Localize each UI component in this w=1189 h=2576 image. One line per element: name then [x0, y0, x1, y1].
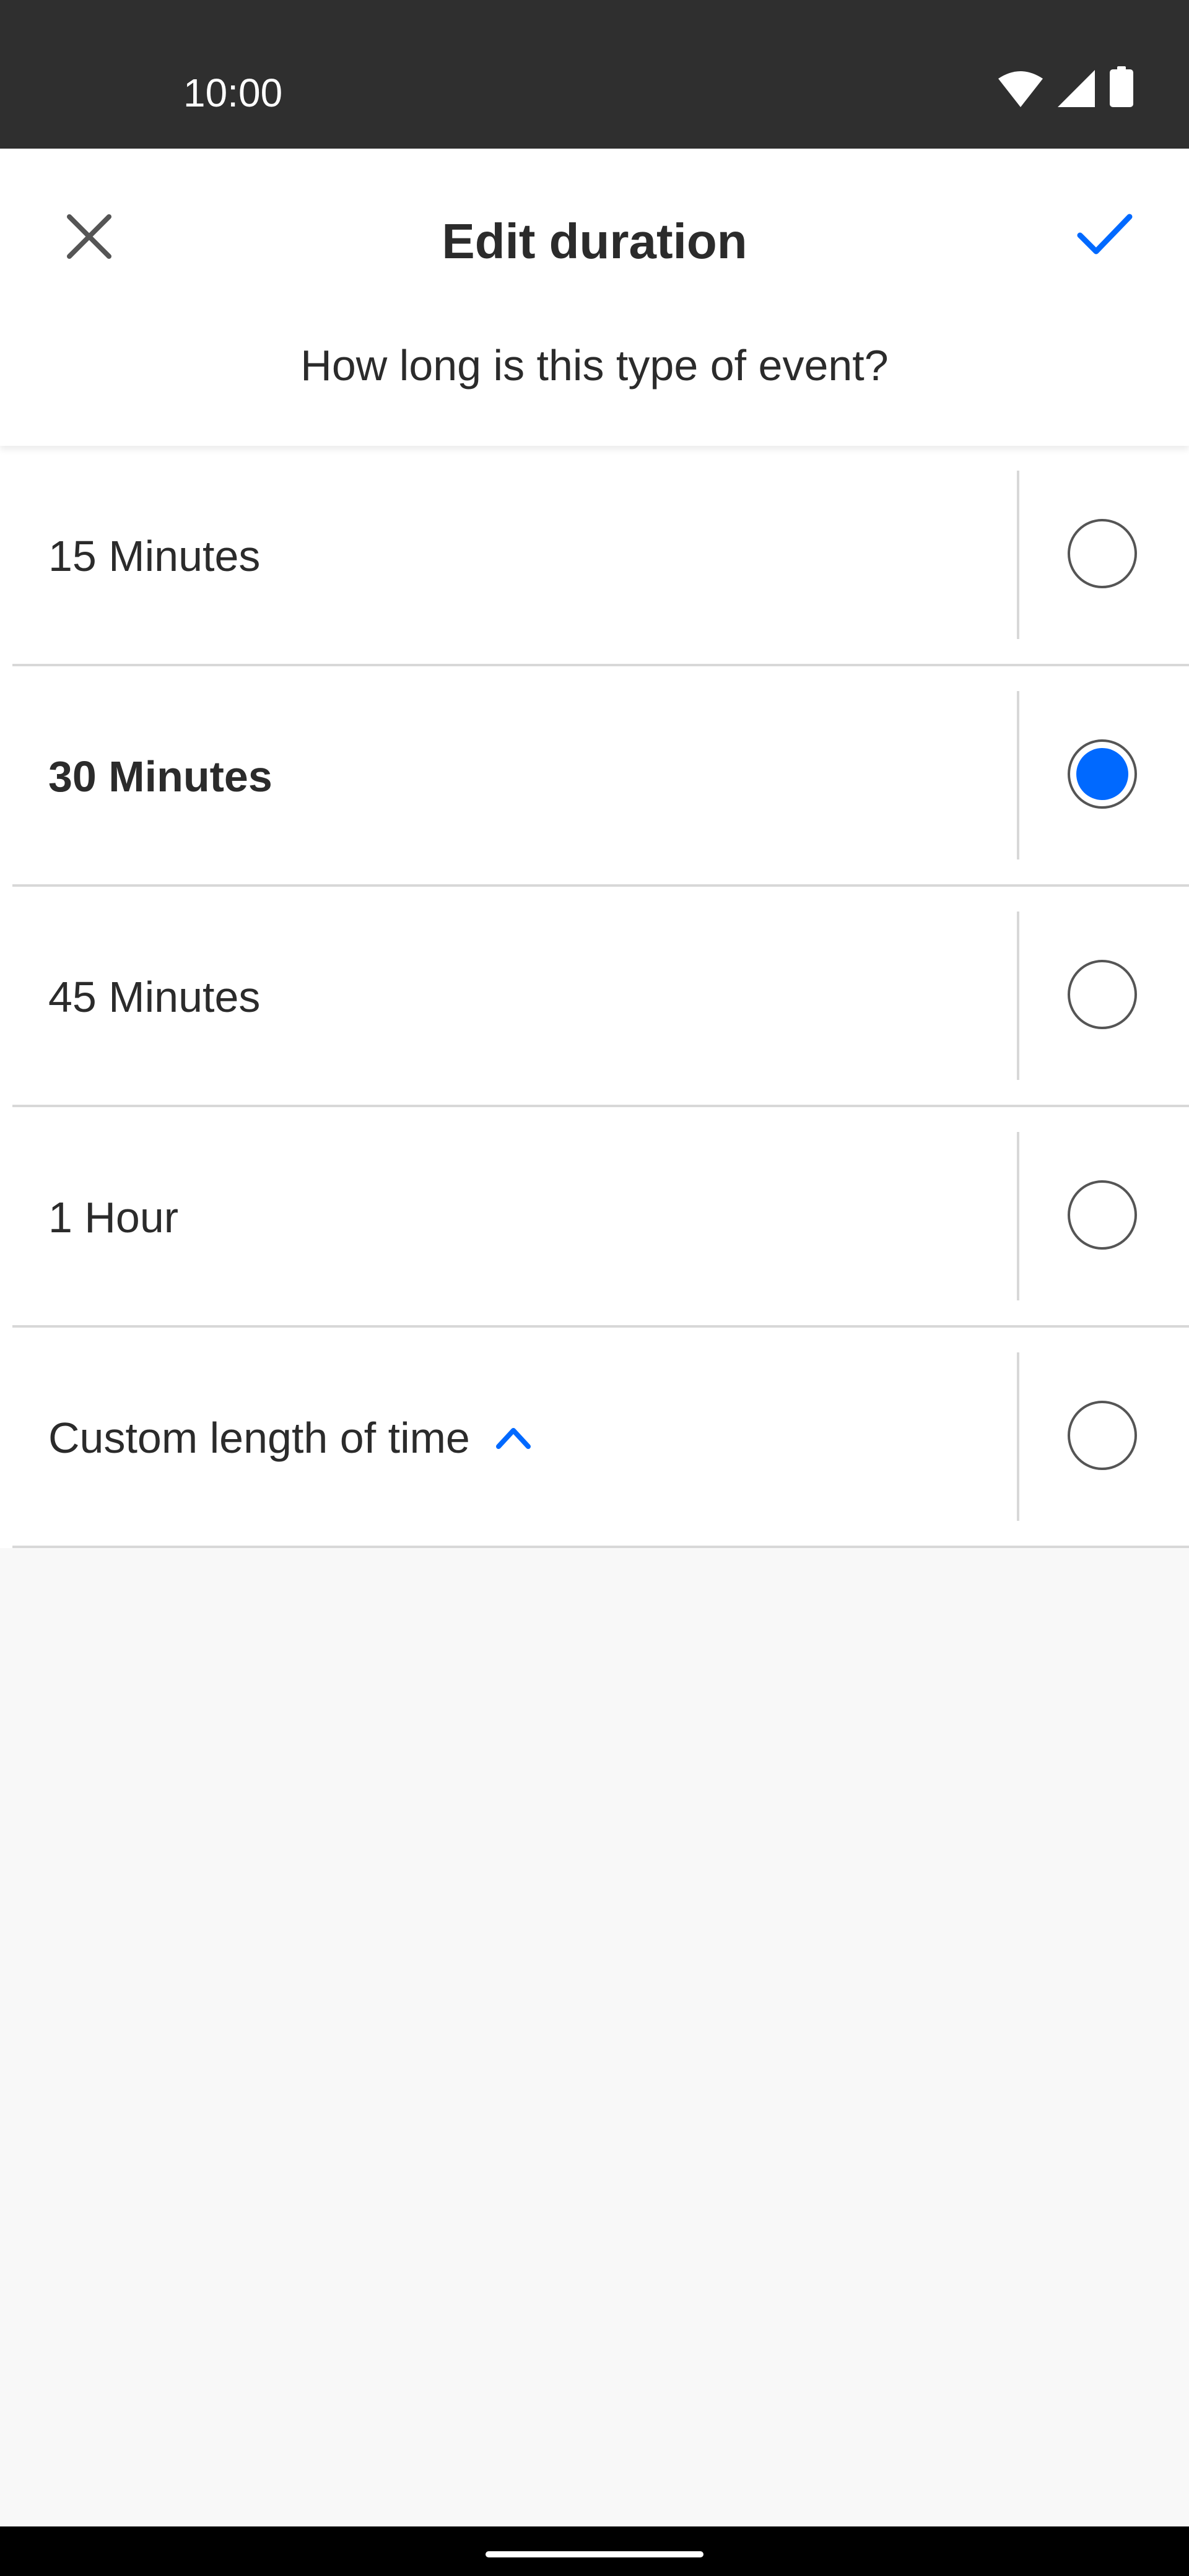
- radio-button[interactable]: [1068, 1401, 1137, 1470]
- option-label: 45 Minutes: [48, 973, 261, 1021]
- radio-button-selected[interactable]: [1068, 739, 1137, 809]
- duration-option-1-hour[interactable]: 1 Hour: [0, 1107, 1189, 1328]
- chevron-up-icon[interactable]: [495, 1419, 532, 1456]
- radio-button[interactable]: [1068, 519, 1137, 588]
- radio-button[interactable]: [1068, 960, 1137, 1029]
- option-label: 15 Minutes: [48, 532, 261, 580]
- radio-button[interactable]: [1068, 1180, 1137, 1250]
- duration-option-30-minutes[interactable]: 30 Minutes: [0, 666, 1189, 887]
- home-gesture-handle[interactable]: [486, 2551, 703, 2557]
- cellular-signal-icon: [1058, 70, 1095, 110]
- wifi-icon: [998, 71, 1043, 110]
- confirm-button[interactable]: [1065, 196, 1144, 275]
- status-bar: 10:00: [0, 0, 1189, 149]
- vertical-divider: [1017, 471, 1019, 639]
- vertical-divider: [1017, 912, 1019, 1080]
- vertical-divider: [1017, 691, 1019, 859]
- system-navigation-bar: [0, 2526, 1189, 2576]
- custom-option-label-group[interactable]: Custom length of time: [48, 1401, 532, 1475]
- check-icon: [1076, 212, 1133, 259]
- duration-option-45-minutes[interactable]: 45 Minutes: [0, 887, 1189, 1107]
- status-icons: [998, 66, 1133, 110]
- vertical-divider: [1017, 1132, 1019, 1300]
- battery-icon: [1110, 66, 1133, 110]
- duration-option-custom[interactable]: Custom length of time: [0, 1328, 1189, 1548]
- duration-options-list: 15 Minutes 30 Minutes 45 Minutes 1 Hour: [0, 446, 1189, 1548]
- option-label: Custom length of time: [48, 1414, 470, 1462]
- row-divider: [12, 1546, 1189, 1548]
- edit-duration-screen: 10:00 Edit duration How long is this typ…: [0, 0, 1189, 2576]
- page-subtitle: How long is this type of event?: [300, 341, 889, 389]
- duration-option-15-minutes[interactable]: 15 Minutes: [0, 446, 1189, 666]
- vertical-divider: [1017, 1352, 1019, 1521]
- page-title: Edit duration: [442, 214, 747, 269]
- status-time: 10:00: [183, 71, 283, 115]
- option-label: 1 Hour: [48, 1193, 179, 1242]
- option-label: 30 Minutes: [48, 752, 272, 801]
